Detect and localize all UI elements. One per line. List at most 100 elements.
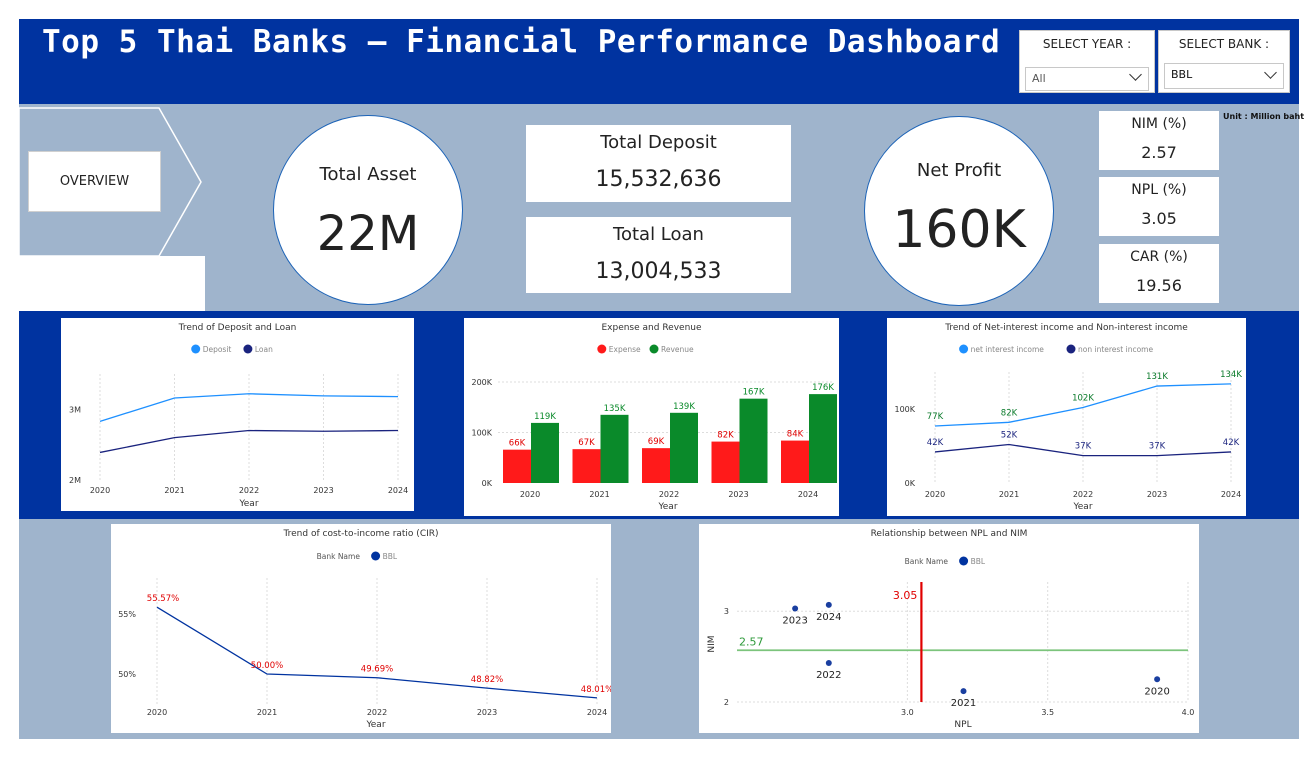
bank-slicer-label: SELECT BANK :: [1178, 37, 1270, 51]
revenue-data-label: 167K: [743, 388, 765, 398]
npl-value: 3.05: [1141, 209, 1177, 228]
y-tick-label: 2M: [69, 476, 81, 485]
x-tick-label: 2022: [659, 490, 679, 499]
expense-bar: [642, 448, 670, 483]
bank-dropdown[interactable]: BBL: [1164, 63, 1284, 89]
y-tick-label: 3M: [69, 405, 81, 414]
total-asset-label: Total Asset: [319, 164, 417, 185]
data-label: 102K: [1072, 394, 1094, 404]
data-label: 77K: [927, 412, 944, 422]
x-tick-label: 2022: [367, 708, 387, 717]
expense-revenue-chart: Expense and Revenue Expense Revenue 0K 100K…: [464, 318, 839, 516]
expense-bar: [781, 440, 809, 483]
y-tick-label: 2: [724, 698, 729, 707]
car-label: CAR (%): [1130, 249, 1188, 265]
cir-chart: Trend of cost-to-income ratio (CIR) Bank…: [111, 524, 611, 733]
data-label: 48.82%: [471, 675, 503, 685]
x-tick-label: 2021: [257, 708, 277, 717]
legend-marker: [191, 344, 201, 354]
data-label: 50.00%: [251, 661, 283, 671]
data-label: 134K: [1220, 370, 1242, 380]
y-tick-label: 200K: [471, 378, 492, 387]
net-profit-value: 160K: [892, 200, 1026, 260]
year-dropdown-value: All: [1032, 72, 1046, 85]
revenue-bar: [670, 412, 698, 483]
revenue-data-label: 139K: [673, 402, 695, 412]
x-tick-label: 2024: [587, 708, 607, 717]
npl-card: NPL (%) 3.05: [1099, 177, 1219, 236]
expense-bar: [572, 449, 601, 483]
x-tick-label: 2021: [999, 490, 1019, 499]
total-deposit-label: Total Deposit: [600, 132, 717, 153]
expense-bar: [503, 449, 531, 483]
legend-label: BBL: [971, 557, 986, 566]
legend-title: Bank Name: [905, 557, 949, 566]
x-tick-label: 2024: [388, 486, 408, 495]
x-tick-label: 4.0: [1182, 708, 1195, 717]
y-tick-label: 3: [724, 607, 729, 616]
x-tick-label: 2023: [1147, 490, 1167, 499]
point-label: 2022: [816, 670, 841, 681]
legend-marker: [243, 344, 253, 354]
x-tick-label: 2022: [239, 486, 259, 495]
chevron-down-icon: [1129, 68, 1142, 81]
x-axis-label: NPL: [954, 720, 971, 730]
total-asset-kpi: Total Asset 22M: [273, 115, 463, 305]
nim-card: NIM (%) 2.57: [1099, 111, 1219, 170]
data-label: 42K: [927, 438, 944, 448]
y-tick-label: 100K: [471, 429, 492, 438]
bank-dropdown-value: BBL: [1171, 68, 1193, 81]
legend-marker: [371, 551, 381, 561]
point-label: 2020: [1144, 686, 1169, 697]
scatter-point: [825, 601, 832, 608]
legend-marker: [597, 344, 607, 354]
year-dropdown[interactable]: All: [1025, 67, 1149, 91]
chevron-down-icon: [1264, 66, 1277, 79]
deposit-loan-svg: Deposit Loan 2M 3M 2020 2021 2022 2023 2024 Year: [69, 344, 408, 509]
y-tick-label: 0K: [482, 479, 493, 488]
x-axis-label: Year: [1072, 502, 1092, 512]
legend-title: Bank Name: [317, 552, 361, 561]
revenue-data-label: 176K: [812, 383, 834, 393]
scatter-point: [1154, 676, 1161, 683]
legend-marker: [649, 344, 659, 354]
scatter-point: [960, 688, 967, 695]
net-profit-label: Net Profit: [916, 160, 1002, 181]
nii-svg: net interest income non interest income 0K…: [894, 344, 1242, 512]
cir-svg: Bank Name BBL 50% 55% 2020 2021 2022 2023 2024 Ye…: [118, 551, 611, 730]
point-label: 2021: [951, 698, 976, 709]
car-value: 19.56: [1136, 276, 1182, 295]
overview-button[interactable]: OVERVIEW: [28, 151, 161, 212]
x-tick-label: 2023: [728, 490, 748, 499]
data-label: 37K: [1075, 442, 1092, 452]
legend-label: net interest income: [971, 345, 1045, 354]
scatter-point: [792, 605, 799, 612]
expense-revenue-svg: Expense Revenue 0K 100K 200K 66K 119K 2020 67K 13…: [471, 344, 837, 512]
legend-label: Revenue: [661, 345, 694, 354]
x-tick-label: 3.5: [1041, 708, 1054, 717]
revenue-bar: [809, 394, 837, 483]
expense-bar: [711, 441, 740, 483]
data-label: 49.69%: [361, 665, 393, 675]
expense-data-label: 67K: [578, 438, 595, 448]
npl-reference-label: 3.05: [893, 589, 918, 602]
x-tick-label: 3.0: [901, 708, 914, 717]
unit-note: Unit : Million baht: [1223, 112, 1305, 121]
data-label: 42K: [1223, 438, 1240, 448]
year-slicer-label: SELECT YEAR :: [1042, 37, 1132, 51]
legend-label: Deposit: [203, 345, 232, 354]
legend-label: BBL: [383, 552, 398, 561]
car-card: CAR (%) 19.56: [1099, 244, 1219, 303]
y-tick-label: 50%: [118, 670, 136, 679]
expense-data-label: 69K: [648, 437, 665, 447]
npl-nim-chart: Relationship between NPL and NIM Bank Na…: [699, 524, 1199, 733]
nim-label: NIM (%): [1131, 116, 1187, 132]
x-tick-label: 2023: [477, 708, 497, 717]
point-label: 2024: [816, 612, 841, 623]
data-label: 82K: [1001, 408, 1018, 418]
total-loan-card: Total Loan 13,004,533: [526, 217, 791, 293]
revenue-bar: [531, 422, 559, 483]
npl-label: NPL (%): [1131, 182, 1187, 198]
legend-marker: [959, 344, 969, 354]
revenue-bar: [600, 414, 629, 483]
